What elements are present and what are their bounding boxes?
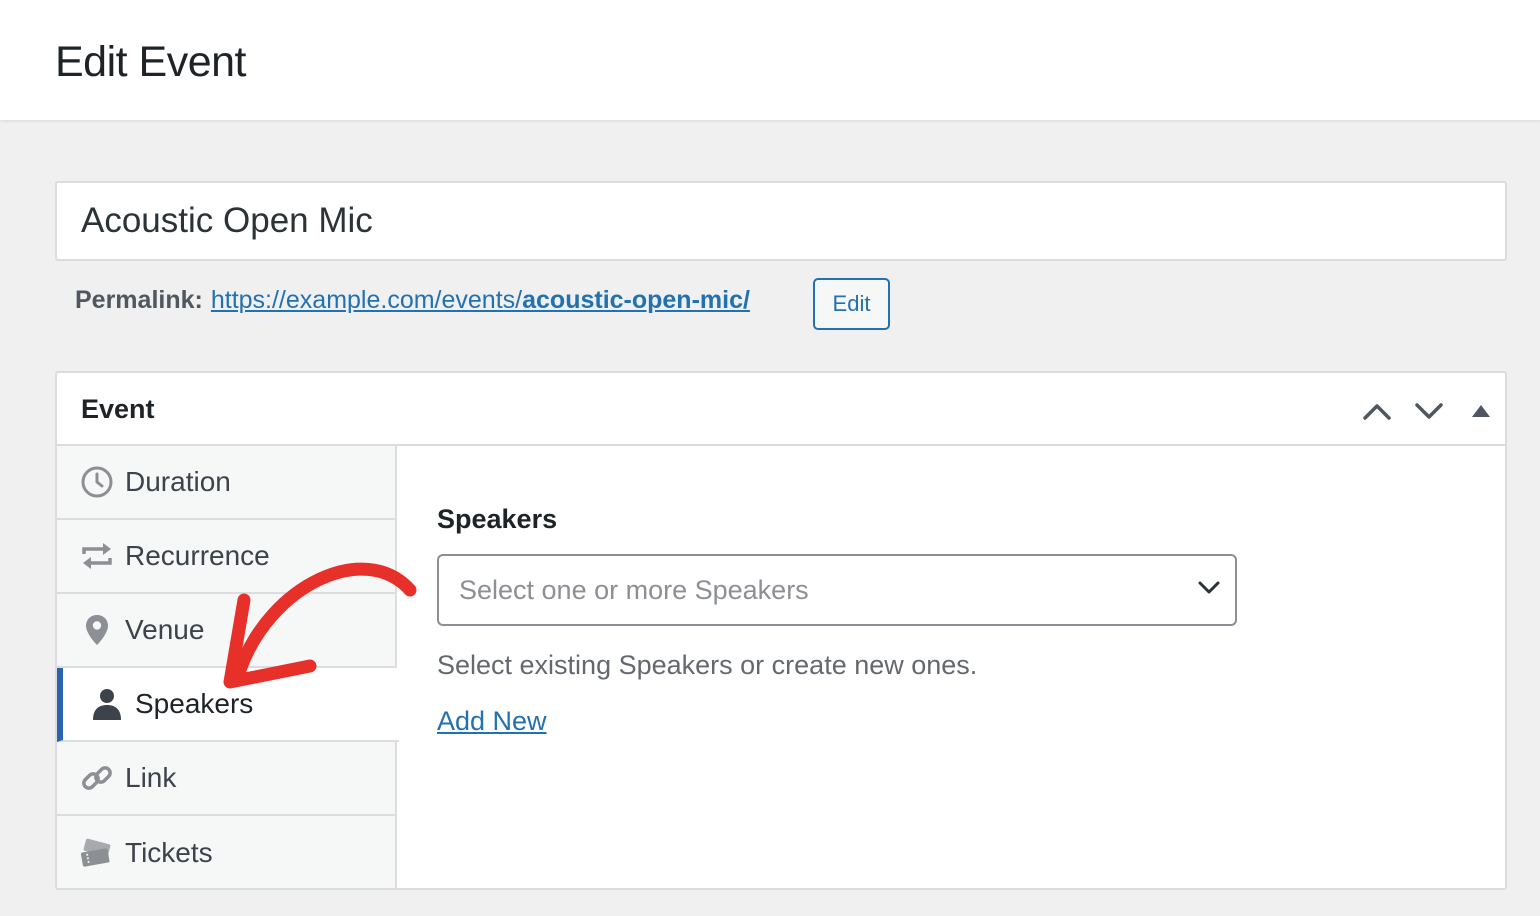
tickets-icon xyxy=(79,835,115,871)
metabox-title: Event xyxy=(81,394,155,424)
clock-icon xyxy=(79,464,115,500)
permalink-edit-button[interactable]: Edit xyxy=(813,278,890,330)
link-icon xyxy=(79,760,115,796)
permalink-label: Permalink: xyxy=(75,286,203,314)
speakers-help-text: Select existing Speakers or create new o… xyxy=(437,650,978,680)
move-up-icon[interactable] xyxy=(1359,393,1395,429)
permalink-row: Permalink: https://example.com/events/ac… xyxy=(75,286,750,315)
event-title-input[interactable]: Acoustic Open Mic xyxy=(55,181,1507,261)
tab-label: Venue xyxy=(125,614,205,645)
permalink-base: https://example.com/events/ xyxy=(210,286,523,314)
page-title: Edit Event xyxy=(55,38,247,86)
add-new-speaker-link[interactable]: Add New xyxy=(437,706,547,737)
permalink-link[interactable]: https://example.com/events/acoustic-open… xyxy=(211,286,750,315)
speakers-select[interactable] xyxy=(437,554,1237,626)
speakers-field-label: Speakers xyxy=(437,504,558,534)
tab-tickets[interactable]: Tickets xyxy=(57,816,397,890)
tab-duration[interactable]: Duration xyxy=(57,446,397,520)
chevron-down-icon[interactable] xyxy=(1197,580,1221,601)
metabox-header: Event xyxy=(57,373,1505,446)
tab-label: Duration xyxy=(125,466,231,497)
tab-link[interactable]: Link xyxy=(57,742,397,816)
tab-speakers[interactable]: Speakers xyxy=(57,668,399,742)
speakers-search-input[interactable] xyxy=(459,572,1159,608)
tab-label: Tickets xyxy=(125,837,213,868)
permalink-slug: acoustic-open-mic/ xyxy=(522,286,750,314)
person-icon xyxy=(89,686,125,722)
event-metabox: Event Duration Recurrence Venue Speakers… xyxy=(55,371,1507,890)
event-tabs: Duration Recurrence Venue Speakers Link xyxy=(57,446,399,890)
move-down-icon[interactable] xyxy=(1411,393,1447,429)
toggle-panel-icon[interactable] xyxy=(1463,393,1499,429)
tab-recurrence[interactable]: Recurrence xyxy=(57,520,397,594)
tab-label: Speakers xyxy=(135,688,254,719)
tab-venue[interactable]: Venue xyxy=(57,594,397,668)
page-header: Edit Event xyxy=(0,0,1540,120)
location-pin-icon xyxy=(79,612,115,648)
tab-label: Recurrence xyxy=(125,540,270,571)
tab-label: Link xyxy=(125,762,177,793)
repeat-icon xyxy=(79,538,115,574)
